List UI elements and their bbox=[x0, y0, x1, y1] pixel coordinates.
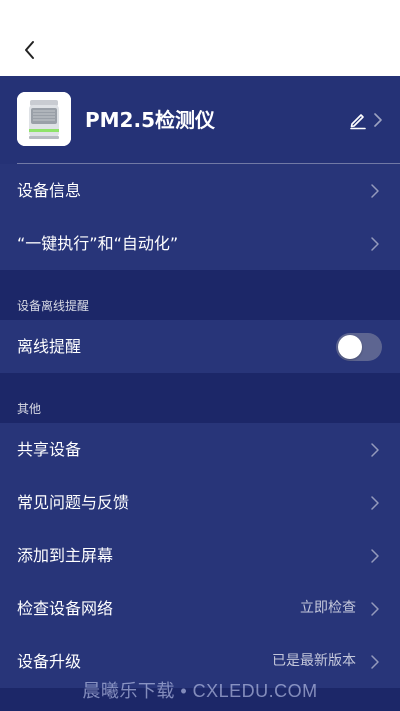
chevron-left-icon bbox=[25, 41, 34, 59]
pm25-device-icon bbox=[17, 92, 71, 146]
row-device-info[interactable]: 设备信息 bbox=[0, 164, 400, 217]
chevron-right-icon bbox=[371, 655, 379, 669]
watermark: 晨曦乐下载 • CXLEDU.COM bbox=[82, 681, 318, 701]
section-offline-header: 设备离线提醒 bbox=[0, 270, 400, 320]
row-label: 检查设备网络 bbox=[17, 599, 114, 618]
top-bar bbox=[0, 0, 400, 76]
edit-name-button[interactable] bbox=[348, 110, 368, 130]
offline-alert-toggle[interactable] bbox=[336, 333, 382, 361]
device-header[interactable]: PM2.5检测仪 bbox=[0, 76, 400, 164]
row-label: 离线提醒 bbox=[17, 337, 82, 356]
row-label: “一键执行”和“自动化” bbox=[17, 234, 179, 253]
chevron-right-icon bbox=[371, 184, 379, 198]
section-title: 设备离线提醒 bbox=[17, 299, 90, 313]
section-other-header: 其他 bbox=[0, 373, 400, 423]
row-label: 共享设备 bbox=[17, 440, 82, 459]
row-share-device[interactable]: 共享设备 bbox=[0, 423, 400, 476]
row-label: 设备信息 bbox=[17, 181, 82, 200]
device-name: PM2.5检测仪 bbox=[85, 108, 215, 132]
chevron-right-icon bbox=[371, 602, 379, 616]
chevron-right-icon bbox=[371, 496, 379, 510]
section-title: 其他 bbox=[17, 402, 42, 416]
row-add-to-home[interactable]: 添加到主屏幕 bbox=[0, 529, 400, 582]
chevron-right-icon bbox=[371, 549, 379, 563]
toggle-knob bbox=[338, 335, 362, 359]
check-now-link[interactable]: 立即检查 bbox=[300, 582, 356, 635]
chevron-right-icon bbox=[374, 113, 382, 127]
row-faq-feedback[interactable]: 常见问题与反馈 bbox=[0, 476, 400, 529]
chevron-right-icon bbox=[371, 237, 379, 251]
row-label: 添加到主屏幕 bbox=[17, 546, 114, 565]
pencil-icon bbox=[350, 114, 366, 130]
chevron-right-icon bbox=[371, 443, 379, 457]
row-check-network[interactable]: 检查设备网络 立即检查 bbox=[0, 582, 400, 635]
row-label: 常见问题与反馈 bbox=[17, 493, 130, 512]
back-button[interactable] bbox=[14, 34, 46, 66]
row-automation[interactable]: “一键执行”和“自动化” bbox=[0, 217, 400, 270]
device-thumbnail bbox=[17, 92, 71, 146]
row-offline-alert: 离线提醒 bbox=[0, 320, 400, 373]
